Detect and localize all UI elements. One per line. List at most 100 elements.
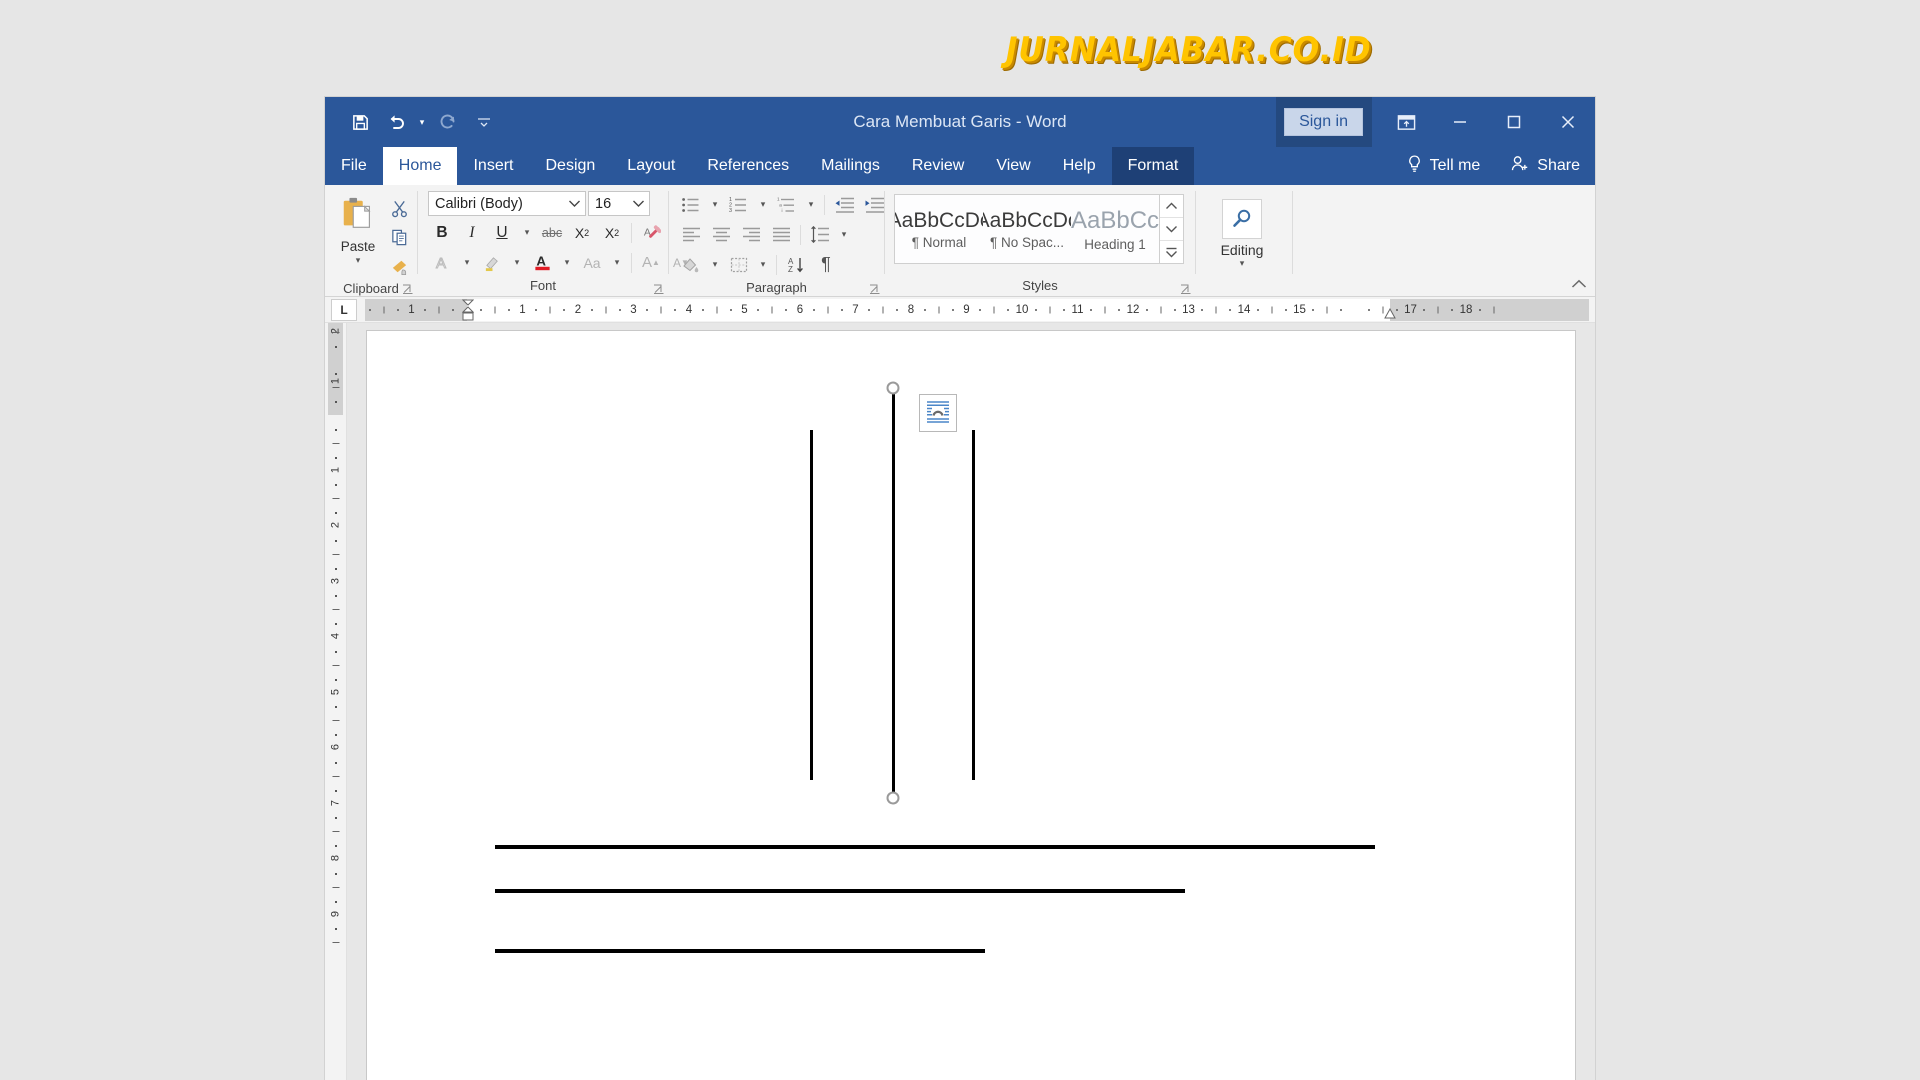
clear-formatting-icon[interactable]: A (637, 219, 665, 246)
first-line-indent-marker[interactable] (461, 299, 475, 321)
tab-file[interactable]: File (325, 147, 383, 185)
sort-icon[interactable]: AZ (782, 251, 810, 278)
tab-layout[interactable]: Layout (611, 147, 691, 185)
numbering-icon[interactable]: 123 (725, 191, 753, 218)
vertical-line-left[interactable] (810, 430, 813, 780)
tab-references[interactable]: References (691, 147, 805, 185)
decrease-indent-icon[interactable] (830, 191, 858, 218)
tab-insert[interactable]: Insert (457, 147, 529, 185)
tab-view[interactable]: View (980, 147, 1046, 185)
ribbon-display-options-icon[interactable] (1379, 97, 1433, 147)
bullets-dropdown-caret-icon[interactable]: ▾ (707, 191, 723, 218)
cut-icon[interactable] (386, 195, 412, 221)
format-painter-icon[interactable] (386, 253, 412, 279)
font-name-chevron-down-icon[interactable] (563, 199, 585, 208)
change-case-icon[interactable]: Aa (578, 249, 606, 276)
close-icon[interactable] (1541, 97, 1595, 147)
right-indent-marker[interactable] (1384, 307, 1396, 321)
horizontal-line-2[interactable] (495, 889, 1185, 893)
change-case-dropdown-caret-icon[interactable]: ▾ (608, 249, 626, 276)
document-page[interactable] (367, 331, 1575, 1080)
clipboard-dialog-launcher-icon[interactable] (402, 282, 413, 294)
sign-in-button[interactable]: Sign in (1284, 108, 1363, 136)
vertical-ruler-tick-label: 1 (329, 466, 342, 473)
undo-dropdown-caret-icon[interactable]: ▾ (415, 105, 429, 139)
vertical-line-right[interactable] (972, 430, 975, 780)
font-name-input[interactable]: Calibri (Body) (428, 191, 586, 216)
horizontal-line-3[interactable] (495, 949, 985, 953)
align-left-icon[interactable] (677, 221, 705, 248)
copy-icon[interactable] (386, 224, 412, 250)
shape-handle-bottom[interactable] (886, 791, 900, 805)
increase-indent-icon[interactable] (860, 191, 888, 218)
styles-more-icon[interactable] (1160, 240, 1183, 263)
shape-handle-top[interactable] (886, 381, 900, 395)
bold-icon[interactable]: B (428, 219, 456, 246)
style-item-normal[interactable]: AaBbCcDc ¶ Normal (895, 195, 983, 263)
paste-dropdown-caret-icon[interactable]: ▾ (356, 255, 361, 266)
editing-dropdown-caret-icon[interactable]: ▾ (1240, 258, 1245, 269)
borders-dropdown-caret-icon[interactable]: ▾ (755, 251, 771, 278)
subscript-icon[interactable]: X2 (568, 219, 596, 246)
text-highlight-color-icon[interactable] (478, 249, 506, 276)
multilevel-list-dropdown-caret-icon[interactable]: ▾ (803, 191, 819, 218)
text-effects-icon[interactable]: A (428, 249, 456, 276)
paragraph-dialog-launcher-icon[interactable] (869, 282, 880, 294)
align-center-icon[interactable] (707, 221, 735, 248)
editing-button[interactable]: Editing ▾ (1206, 195, 1278, 269)
horizontal-line-1[interactable] (495, 845, 1375, 849)
style-item-heading-1[interactable]: AaBbCс Heading 1 (1071, 195, 1159, 263)
styles-scroll-down-icon[interactable] (1160, 217, 1183, 240)
numbering-dropdown-caret-icon[interactable]: ▾ (755, 191, 771, 218)
font-size-input[interactable]: 16 (588, 191, 650, 216)
styles-scroll-up-icon[interactable] (1160, 195, 1183, 217)
tab-format[interactable]: Format (1111, 147, 1195, 185)
layout-options-button[interactable] (919, 394, 957, 432)
tab-help[interactable]: Help (1047, 147, 1112, 185)
strikethrough-icon[interactable]: abc (538, 219, 566, 246)
align-right-icon[interactable] (737, 221, 765, 248)
font-dialog-launcher-icon[interactable] (653, 282, 664, 294)
vertical-ruler-minor-mark (334, 456, 337, 459)
tab-mailings[interactable]: Mailings (805, 147, 896, 185)
tell-me-button[interactable]: Tell me (1391, 147, 1496, 185)
vertical-line-center[interactable] (892, 388, 895, 798)
text-effects-dropdown-caret-icon[interactable]: ▾ (458, 249, 476, 276)
justify-icon[interactable] (767, 221, 795, 248)
group-label-styles: Styles (1022, 278, 1058, 293)
borders-icon[interactable] (725, 251, 753, 278)
line-spacing-icon[interactable] (806, 221, 834, 248)
text-highlight-dropdown-caret-icon[interactable]: ▾ (508, 249, 526, 276)
underline-dropdown-caret-icon[interactable]: ▾ (518, 219, 536, 246)
bullets-icon[interactable] (677, 191, 705, 218)
undo-icon[interactable] (379, 105, 413, 139)
tab-review[interactable]: Review (896, 147, 980, 185)
superscript-icon[interactable]: X2 (598, 219, 626, 246)
save-icon[interactable] (343, 105, 377, 139)
vertical-ruler[interactable]: 21123456789 (325, 323, 347, 1080)
style-item-no-spacing[interactable]: AaBbCcDc ¶ No Spac... (983, 195, 1071, 263)
shading-dropdown-caret-icon[interactable]: ▾ (707, 251, 723, 278)
show-formatting-marks-icon[interactable]: ¶ (812, 251, 840, 278)
underline-icon[interactable]: U (488, 219, 516, 246)
tab-stop-selector[interactable]: L (331, 298, 357, 321)
tab-design[interactable]: Design (529, 147, 611, 185)
paste-button[interactable]: Paste ▾ (330, 191, 386, 266)
shading-icon[interactable] (677, 251, 705, 278)
line-spacing-dropdown-caret-icon[interactable]: ▾ (836, 221, 852, 248)
multilevel-list-icon[interactable]: 1ai (773, 191, 801, 218)
customize-qat-icon[interactable] (467, 105, 501, 139)
tab-home[interactable]: Home (382, 147, 458, 185)
font-size-chevron-down-icon[interactable] (627, 199, 649, 208)
font-color-dropdown-caret-icon[interactable]: ▾ (558, 249, 576, 276)
grow-font-icon[interactable]: A ▲ (637, 249, 665, 276)
collapse-ribbon-icon[interactable] (1571, 278, 1587, 292)
font-color-icon[interactable]: A (528, 249, 556, 276)
maximize-icon[interactable] (1487, 97, 1541, 147)
italic-icon[interactable]: I (458, 219, 486, 246)
ruler-track[interactable]: 1 1 2 3 4 5 6 7 8 9 10 11 12 13 14 15 17 18 (365, 298, 1589, 321)
minimize-icon[interactable] (1433, 97, 1487, 147)
horizontal-ruler[interactable]: L 1 1 2 3 4 5 6 7 8 9 10 11 12 13 14 15 17 18 (325, 297, 1595, 323)
styles-dialog-launcher-icon[interactable] (1180, 282, 1191, 294)
share-button[interactable]: Share (1495, 147, 1595, 185)
